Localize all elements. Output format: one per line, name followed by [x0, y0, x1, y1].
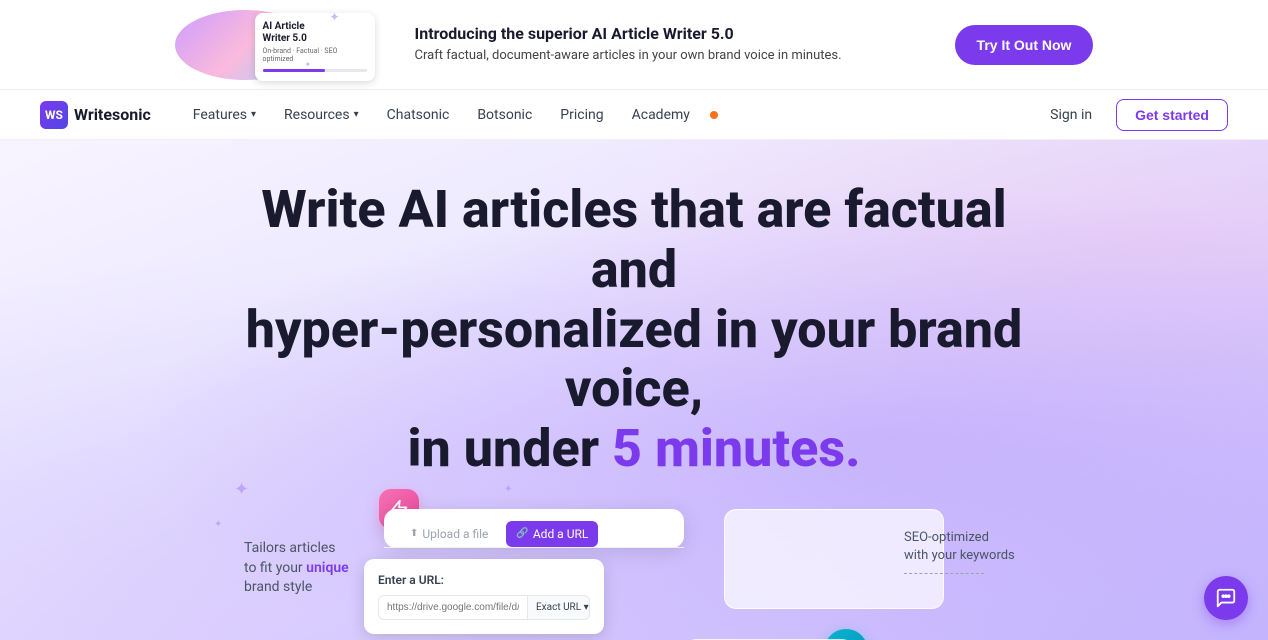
banner-card-bar-fill: [263, 69, 325, 72]
logo-text: Writesonic: [74, 105, 151, 124]
nav-actions: Sign in Get started: [1038, 99, 1228, 131]
nav-link-features[interactable]: Features ▾: [181, 101, 268, 129]
label-seo-line2: with your keywords: [904, 548, 1015, 563]
label-brand-line2: to fit your: [244, 560, 303, 576]
nav-link-resources[interactable]: Resources ▾: [272, 101, 371, 129]
hero-title-line2: hyper-personalized in your brand voice,: [246, 299, 1022, 420]
url-input-row: Exact URL ▾: [378, 595, 590, 620]
hero-title-line1: Write AI articles that are factual and: [261, 179, 1006, 300]
banner-card: AI Article Writer 5.0 On-brand · Factual…: [255, 13, 375, 81]
chevron-down-icon: ▾: [584, 602, 589, 613]
label-seo-line1: SEO-optimized: [904, 530, 989, 545]
url-popup: Enter a URL: Exact URL ▾: [364, 559, 604, 634]
tab-upload-file[interactable]: ⬆ Upload a file: [400, 521, 498, 547]
hero-section: Write AI articles that are factual and h…: [0, 140, 1268, 640]
nav-link-academy[interactable]: Academy: [620, 101, 702, 129]
label-brand-line1: Tailors articles: [244, 540, 336, 556]
chatbot-icon: [1215, 587, 1237, 609]
url-type-dropdown[interactable]: Exact URL ▾: [527, 596, 590, 619]
tab-add-url[interactable]: 🔗 Add a URL: [506, 521, 598, 547]
card-tabs: ⬆ Upload a file 🔗 Add a URL: [384, 509, 684, 548]
label-seo: SEO-optimized with your keywords: [904, 529, 1015, 574]
url-upload-card: ⬆ Upload a file 🔗 Add a URL Enter a URL:: [384, 509, 684, 548]
nav-link-pricing[interactable]: Pricing: [548, 101, 615, 129]
nav-notification-dot: [710, 111, 718, 119]
banner-card-bar: [263, 69, 367, 72]
chevron-down-icon: ▾: [251, 109, 256, 120]
banner-card-subtitle: On-brand · Factual · SEO optimized: [263, 47, 367, 63]
signin-button[interactable]: Sign in: [1038, 101, 1104, 129]
url-input-field[interactable]: [379, 596, 527, 619]
banner-card-title: AI Article Writer 5.0: [263, 21, 367, 45]
link-icon: 🔗: [516, 528, 528, 539]
label-brand-line3: brand style: [244, 579, 312, 595]
star-decoration: ✦: [214, 519, 222, 530]
hero-demo-content: ✦ ✦ ✦ ⬆ Upload a file 🔗 Add a URL: [0, 499, 1268, 640]
dashed-line-seo: [904, 573, 984, 574]
chevron-down-icon: ▾: [354, 109, 359, 120]
banner-subtext: Craft factual, document-aware articles i…: [415, 47, 915, 65]
nav-link-chatsonic[interactable]: Chatsonic: [375, 101, 462, 129]
nav-link-botsonic[interactable]: Botsonic: [465, 101, 544, 129]
hero-title-line3: in under: [408, 418, 613, 479]
banner-cta-button[interactable]: Try It Out Now: [955, 25, 1094, 65]
star-decoration: ✦: [234, 479, 249, 500]
hero-title-highlight: 5 minutes.: [612, 418, 860, 479]
label-brand: Tailors articles to fit your unique bran…: [244, 539, 349, 598]
star-decoration: ✦: [504, 484, 512, 495]
nav-links: Features ▾ Resources ▾ Chatsonic Botsoni…: [181, 101, 1038, 129]
label-brand-unique: unique: [306, 560, 349, 576]
upload-icon: ⬆: [410, 528, 418, 539]
logo-icon: WS: [40, 101, 68, 129]
star-decoration: ✦: [305, 60, 312, 69]
banner-illustration: AI Article Writer 5.0 On-brand · Factual…: [175, 5, 375, 85]
banner-headline: Introducing the superior AI Article Writ…: [415, 24, 915, 43]
navbar: WS Writesonic Features ▾ Resources ▾ Cha…: [0, 90, 1268, 140]
top-banner: AI Article Writer 5.0 On-brand · Factual…: [0, 0, 1268, 90]
nav-logo[interactable]: WS Writesonic: [40, 101, 151, 129]
get-started-button[interactable]: Get started: [1116, 99, 1228, 131]
star-decoration: ✦: [330, 10, 340, 24]
banner-text-block: Introducing the superior AI Article Writ…: [415, 24, 915, 65]
chatbot-bubble[interactable]: [1204, 576, 1248, 620]
url-popup-label: Enter a URL:: [378, 573, 590, 587]
hero-title: Write AI articles that are factual and h…: [234, 180, 1034, 479]
